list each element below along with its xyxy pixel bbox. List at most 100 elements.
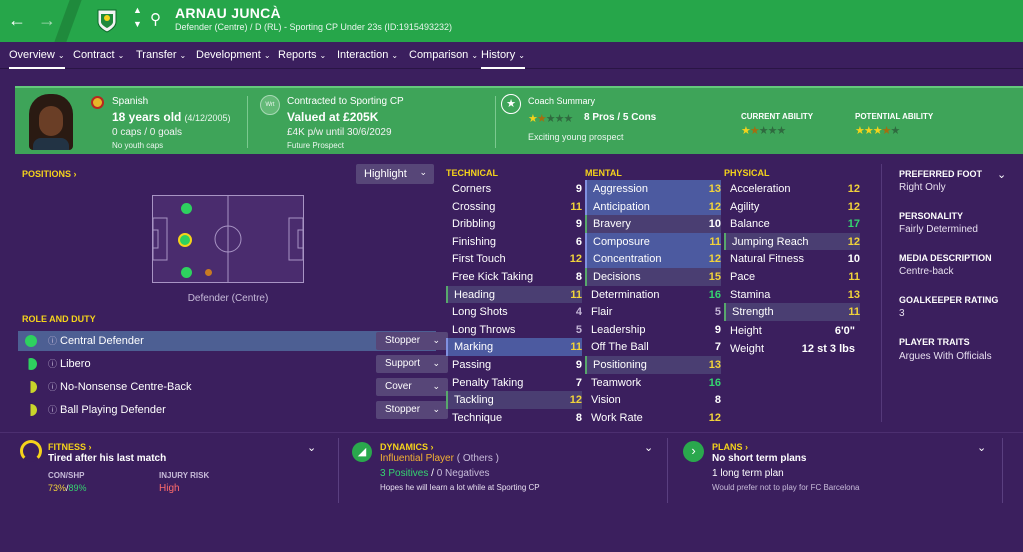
attribute-row[interactable]: Penalty Taking 7 xyxy=(446,374,582,392)
dynamics-heading[interactable]: DYNAMICS › xyxy=(380,442,434,452)
attribute-row[interactable]: Composure 11 xyxy=(585,232,721,251)
attribute-row[interactable]: Flair 5 xyxy=(585,303,721,321)
attribute-row[interactable]: Dribbling 9 xyxy=(446,215,582,233)
positives: 3 Positives xyxy=(380,468,429,479)
prospect: Future Prospect xyxy=(287,141,344,150)
tab-development[interactable]: Development ⌄ xyxy=(196,49,271,61)
attribute-value: 4 xyxy=(575,306,582,319)
tab-history[interactable]: History ⌄ xyxy=(481,49,525,69)
tab-interaction[interactable]: Interaction ⌄ xyxy=(337,49,398,61)
attribute-value: 11 xyxy=(709,235,721,248)
tab-overview[interactable]: Overview ⌄ xyxy=(9,49,65,69)
attribute-row[interactable]: Strength 11 xyxy=(724,303,860,321)
forward-arrow-icon[interactable]: → xyxy=(38,10,56,31)
attribute-row[interactable]: Teamwork 16 xyxy=(585,374,721,392)
attribute-name: Concentration xyxy=(593,253,662,266)
attribute-row[interactable]: Work Rate 12 xyxy=(585,409,721,427)
fitness-heading[interactable]: FITNESS › xyxy=(48,442,92,452)
info-icon[interactable]: ⓘ xyxy=(48,357,57,370)
info-icon[interactable]: ⓘ xyxy=(48,403,57,416)
chevron-down-icon: ⌄ xyxy=(57,51,65,60)
attribute-row[interactable]: Free Kick Taking 8 xyxy=(446,268,582,286)
attribute-row[interactable]: Vision 8 xyxy=(585,391,721,409)
chevron-down-icon[interactable]: ⌄ xyxy=(644,441,653,454)
coach-stars-icon: ★★★★★ xyxy=(528,113,573,125)
attribute-row[interactable]: Marking 11 xyxy=(446,338,582,356)
role-row[interactable]: ⓘ No-Nonsense Centre-Back Cover ⌄ xyxy=(18,377,448,397)
tab-contract[interactable]: Contract ⌄ xyxy=(73,49,124,61)
attribute-row[interactable]: Passing 9 xyxy=(446,356,582,374)
role-row[interactable]: ⓘ Ball Playing Defender Stopper ⌄ xyxy=(18,400,448,420)
attribute-row[interactable]: Bravery 10 xyxy=(585,215,721,233)
attribute-row[interactable]: Balance 17 xyxy=(724,215,860,233)
chevron-down-icon[interactable]: ⌄ xyxy=(977,441,986,454)
attribute-row[interactable]: Determination 16 xyxy=(585,286,721,304)
attribute-row[interactable]: Jumping Reach 12 xyxy=(724,232,860,251)
highlight-dropdown[interactable]: Highlight ⌄ xyxy=(356,164,434,184)
attribute-row[interactable]: Corners 9 xyxy=(446,180,582,198)
attribute-row[interactable]: Tackling 12 xyxy=(446,391,582,409)
tab-reports[interactable]: Reports ⌄ xyxy=(278,49,326,61)
attribute-row[interactable]: Heading 11 xyxy=(446,285,582,304)
back-arrow-icon[interactable]: ← xyxy=(8,10,26,31)
attribute-value: 11 xyxy=(570,288,582,301)
attribute-name: Dribbling xyxy=(452,218,496,231)
goalkeeper-rating-label: GOALKEEPER RATING xyxy=(899,295,999,305)
attribute-row[interactable]: Leadership 9 xyxy=(585,321,721,339)
search-icon[interactable]: ⚲ xyxy=(150,10,161,28)
tab-comparison[interactable]: Comparison ⌄ xyxy=(409,49,478,61)
technical-attributes: Corners 9 Crossing 11 Dribbling 9 Finishing 6 Fi… xyxy=(446,180,582,426)
tab-label: Comparison xyxy=(409,49,469,61)
attribute-value: 12 xyxy=(569,394,582,407)
role-row[interactable]: ⓘ Central Defender Stopper ⌄ xyxy=(18,331,448,351)
attribute-value: 5 xyxy=(714,306,721,319)
attribute-row[interactable]: Decisions 15 xyxy=(585,267,721,286)
positions-heading[interactable]: POSITIONS › xyxy=(22,169,77,179)
chevron-down-icon[interactable]: ⌄ xyxy=(307,441,316,454)
attribute-row[interactable]: Technique 8 xyxy=(446,409,582,427)
role-row[interactable]: ⓘ Libero Support ⌄ xyxy=(18,354,448,374)
info-icon[interactable]: ⓘ xyxy=(48,380,57,393)
duty-dropdown[interactable]: Support ⌄ xyxy=(376,355,448,373)
positions-heading-text: POSITIONS xyxy=(22,169,72,179)
plans-heading[interactable]: PLANS › xyxy=(712,442,748,452)
attribute-row[interactable]: Anticipation 12 xyxy=(585,197,721,216)
attribute-row[interactable]: Aggression 13 xyxy=(585,180,721,198)
attribute-name: Natural Fitness xyxy=(730,253,804,266)
injury-risk-label: INJURY RISK xyxy=(159,471,210,480)
club-crest-icon[interactable] xyxy=(95,8,119,34)
duty-dropdown[interactable]: Stopper ⌄ xyxy=(376,332,448,350)
role-suitability-icon xyxy=(25,381,37,393)
attribute-row[interactable]: Crossing 11 xyxy=(446,198,582,216)
attribute-value: 12 xyxy=(708,411,721,424)
attribute-row[interactable]: Concentration 12 xyxy=(585,250,721,268)
chevron-down-icon[interactable]: ⌄ xyxy=(997,168,1006,181)
info-icon[interactable]: ⓘ xyxy=(48,334,57,347)
attribute-row[interactable]: Long Throws 5 xyxy=(446,321,582,339)
duty-dropdown[interactable]: Stopper ⌄ xyxy=(376,401,448,419)
tab-label: Transfer xyxy=(136,49,177,61)
arrow-right-icon: › xyxy=(683,441,704,462)
attribute-row[interactable]: Finishing 6 xyxy=(446,233,582,251)
player-traits-label: PLAYER TRAITS xyxy=(899,337,970,347)
fitness-heading-text: FITNESS xyxy=(48,442,87,452)
next-player-icon[interactable]: ▼ xyxy=(133,19,142,29)
tab-transfer[interactable]: Transfer ⌄ xyxy=(136,49,186,61)
attribute-value: 13 xyxy=(708,358,721,371)
wrt-badge: Wrt xyxy=(260,95,280,115)
attribute-value: 17 xyxy=(847,218,860,231)
con-shp-values: 73%/89% xyxy=(48,483,87,493)
attribute-row[interactable]: Long Shots 4 xyxy=(446,303,582,321)
attribute-row[interactable]: Stamina 13 xyxy=(724,286,860,304)
attribute-row[interactable]: Acceleration 12 xyxy=(724,180,860,198)
attribute-row[interactable]: Pace 11 xyxy=(724,268,860,286)
attribute-row[interactable]: Off The Ball 7 xyxy=(585,338,721,356)
attribute-row[interactable]: Natural Fitness 10 xyxy=(724,250,860,268)
attribute-row[interactable]: Agility 12 xyxy=(724,198,860,216)
previous-player-icon[interactable]: ▲ xyxy=(133,5,142,15)
attribute-row[interactable]: Positioning 13 xyxy=(585,355,721,374)
duty-dropdown[interactable]: Cover ⌄ xyxy=(376,378,448,396)
tab-label: Interaction xyxy=(337,49,389,61)
player-info-band: Spanish 18 years old (4/12/2005) 0 caps … xyxy=(15,86,1023,154)
attribute-row[interactable]: First Touch 12 xyxy=(446,250,582,268)
